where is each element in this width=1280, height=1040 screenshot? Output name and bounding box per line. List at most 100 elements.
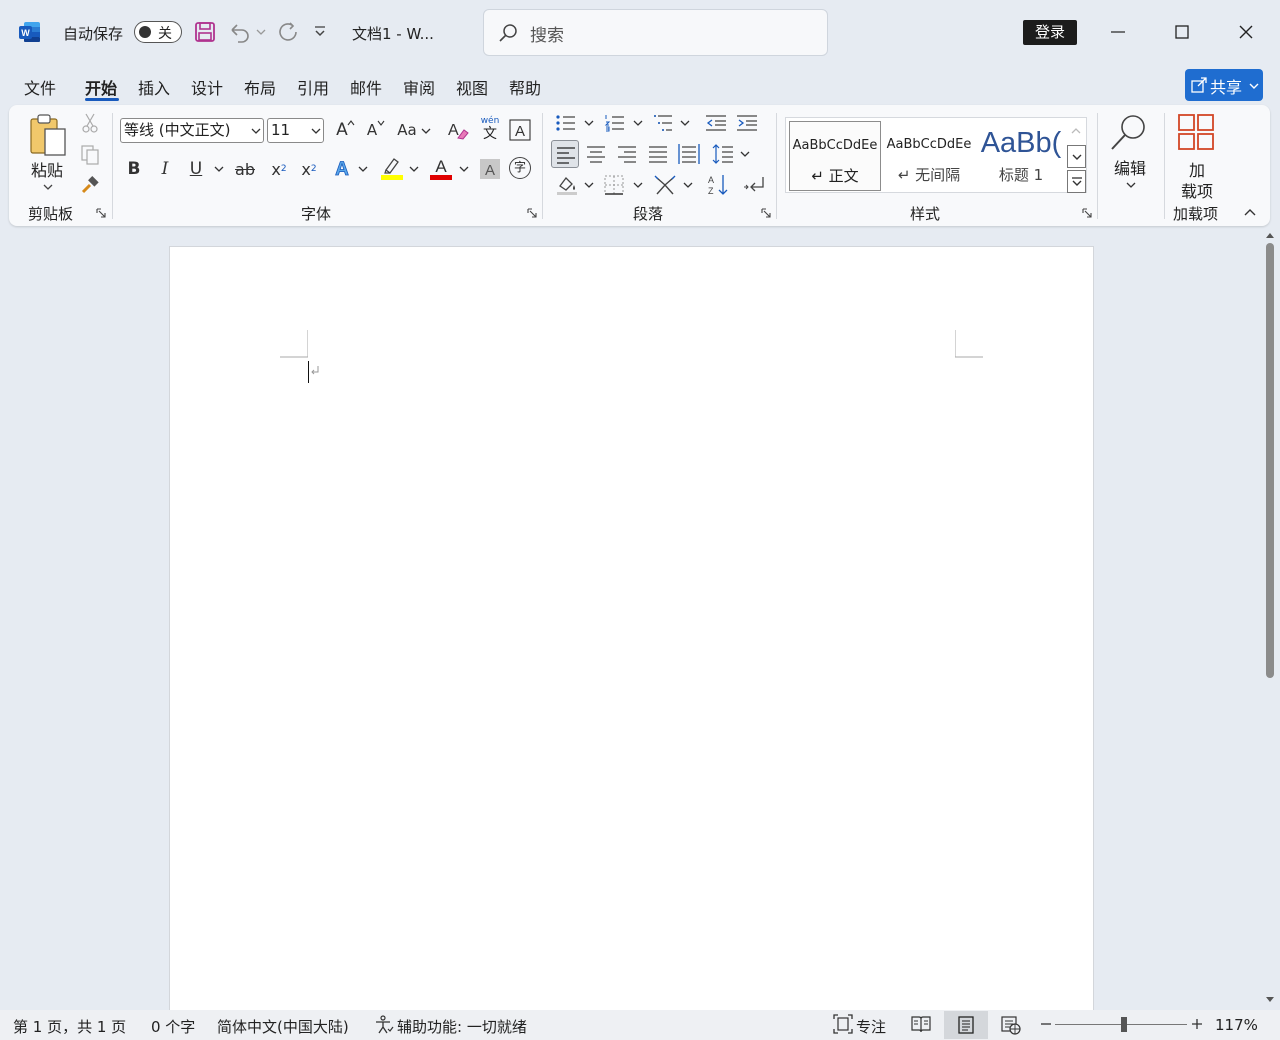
line-spacing-chevron-icon[interactable] bbox=[740, 150, 750, 158]
decrease-indent-icon[interactable] bbox=[705, 113, 727, 133]
asian-layout-icon[interactable] bbox=[654, 174, 676, 196]
align-left-button[interactable] bbox=[551, 140, 579, 168]
autosave-toggle[interactable]: 关 bbox=[134, 21, 182, 43]
change-case-chevron-icon[interactable] bbox=[421, 127, 431, 135]
font-launcher-icon[interactable] bbox=[527, 208, 537, 218]
line-spacing-icon[interactable] bbox=[712, 143, 734, 165]
zoom-slider-thumb[interactable] bbox=[1121, 1017, 1127, 1032]
style-no-spacing[interactable]: AaBbCcDdEe ↵ 无间隔 bbox=[883, 121, 975, 191]
grow-font-button[interactable]: A bbox=[329, 117, 355, 143]
bullets-icon[interactable] bbox=[555, 113, 577, 133]
underline-chevron-icon[interactable] bbox=[214, 165, 224, 173]
search-input[interactable]: 搜索 bbox=[483, 9, 828, 56]
copy-icon[interactable] bbox=[80, 145, 100, 165]
strikethrough-button[interactable]: ab bbox=[232, 156, 258, 182]
character-shading-icon[interactable]: A bbox=[479, 158, 501, 180]
justify-icon[interactable] bbox=[648, 145, 668, 163]
zoom-out-icon[interactable] bbox=[1040, 1018, 1052, 1030]
tab-insert[interactable]: 插入 bbox=[138, 75, 170, 99]
redo-icon[interactable] bbox=[276, 21, 298, 43]
numbering-icon[interactable] bbox=[604, 113, 626, 133]
styles-launcher-icon[interactable] bbox=[1082, 208, 1092, 218]
change-case-button[interactable]: Aa bbox=[393, 117, 421, 143]
show-formatting-marks-icon[interactable] bbox=[743, 175, 765, 195]
minimize-icon[interactable] bbox=[1110, 31, 1126, 33]
tab-layout[interactable]: 布局 bbox=[244, 75, 276, 99]
multilevel-chevron-icon[interactable] bbox=[680, 119, 690, 127]
font-name-chevron-icon[interactable] bbox=[251, 127, 261, 135]
tab-review[interactable]: 审阅 bbox=[403, 75, 435, 99]
bold-button[interactable]: B bbox=[122, 156, 146, 182]
editing-label[interactable]: 编辑 bbox=[1114, 155, 1146, 179]
text-effects-icon[interactable]: A bbox=[331, 157, 353, 179]
editing-chevron-icon[interactable] bbox=[1126, 181, 1136, 189]
find-magnifier-icon[interactable] bbox=[1108, 111, 1150, 153]
subscript-button[interactable]: x2 bbox=[267, 156, 291, 182]
customize-toolbar-icon[interactable] bbox=[313, 26, 327, 38]
shrink-font-button[interactable]: A bbox=[359, 117, 385, 143]
cut-icon[interactable] bbox=[81, 113, 99, 133]
enclose-characters-button[interactable]: 字 bbox=[509, 157, 531, 179]
multilevel-list-icon[interactable] bbox=[652, 113, 674, 135]
tab-references[interactable]: 引用 bbox=[297, 75, 329, 99]
focus-mode-label[interactable]: 专注 bbox=[856, 1016, 886, 1037]
distributed-icon[interactable] bbox=[678, 143, 700, 165]
asian-layout-chevron-icon[interactable] bbox=[683, 181, 693, 189]
text-effects-chevron-icon[interactable] bbox=[358, 165, 368, 173]
web-layout-icon[interactable] bbox=[1001, 1015, 1021, 1035]
accessibility-icon[interactable] bbox=[374, 1015, 394, 1035]
increase-indent-icon[interactable] bbox=[736, 113, 758, 133]
numbering-chevron-icon[interactable] bbox=[633, 119, 643, 127]
styles-more-icon[interactable] bbox=[1067, 170, 1086, 193]
borders-icon[interactable] bbox=[604, 175, 624, 195]
language-indicator[interactable]: 简体中文(中国大陆) bbox=[217, 1016, 349, 1037]
align-right-icon[interactable] bbox=[617, 145, 637, 163]
undo-dropdown-chevron-icon[interactable] bbox=[256, 28, 266, 36]
font-color-chevron-icon[interactable] bbox=[459, 165, 469, 173]
highlight-chevron-icon[interactable] bbox=[409, 165, 419, 173]
paragraph-launcher-icon[interactable] bbox=[761, 208, 771, 218]
tab-design[interactable]: 设计 bbox=[191, 75, 223, 99]
phonetic-guide-button[interactable]: wén 文 bbox=[479, 116, 501, 144]
font-color-icon[interactable]: A bbox=[429, 155, 453, 181]
addins-label-line2[interactable]: 载项 bbox=[1181, 178, 1213, 202]
tab-view[interactable]: 视图 bbox=[456, 75, 488, 99]
page-count[interactable]: 第 1 页，共 1 页 bbox=[13, 1016, 126, 1037]
addins-grid-icon[interactable] bbox=[1177, 113, 1215, 151]
close-icon[interactable] bbox=[1238, 24, 1254, 40]
word-count[interactable]: 0 个字 bbox=[151, 1016, 195, 1037]
tab-file[interactable]: 文件 bbox=[24, 75, 56, 99]
maximize-icon[interactable] bbox=[1175, 25, 1189, 39]
zoom-in-icon[interactable] bbox=[1191, 1018, 1203, 1030]
styles-scroll-up-icon[interactable] bbox=[1067, 119, 1085, 143]
clipboard-launcher-icon[interactable] bbox=[96, 208, 106, 218]
sort-icon[interactable]: AZ bbox=[706, 173, 730, 197]
format-painter-icon[interactable] bbox=[80, 175, 100, 195]
zoom-level[interactable]: 117% bbox=[1215, 1016, 1258, 1034]
clear-formatting-icon[interactable]: A bbox=[447, 119, 469, 141]
read-mode-icon[interactable] bbox=[911, 1015, 931, 1033]
style-normal[interactable]: AaBbCcDdEe ↵ 正文 bbox=[789, 121, 881, 191]
superscript-button[interactable]: x2 bbox=[297, 156, 321, 182]
accessibility-status[interactable]: 辅助功能: 一切就绪 bbox=[397, 1016, 527, 1037]
paste-label[interactable]: 粘贴 bbox=[31, 157, 63, 181]
shading-icon[interactable] bbox=[555, 174, 579, 196]
save-icon[interactable] bbox=[194, 21, 216, 43]
italic-button[interactable]: I bbox=[153, 156, 177, 182]
tab-help[interactable]: 帮助 bbox=[509, 75, 541, 99]
align-center-icon[interactable] bbox=[586, 145, 606, 163]
scroll-thumb[interactable] bbox=[1266, 243, 1274, 678]
focus-mode-icon[interactable] bbox=[833, 1014, 853, 1034]
underline-button[interactable]: U bbox=[184, 156, 208, 182]
shading-chevron-icon[interactable] bbox=[584, 181, 594, 189]
bullets-chevron-icon[interactable] bbox=[584, 119, 594, 127]
borders-chevron-icon[interactable] bbox=[633, 181, 643, 189]
style-heading-1[interactable]: AaBb( 标题 1 bbox=[976, 121, 1066, 191]
undo-icon[interactable] bbox=[228, 21, 252, 43]
vertical-scrollbar[interactable] bbox=[1263, 228, 1277, 1010]
document-page[interactable] bbox=[169, 246, 1094, 1016]
share-button[interactable]: 共享 bbox=[1185, 69, 1263, 101]
font-size-chevron-icon[interactable] bbox=[311, 127, 321, 135]
font-name-select[interactable]: 等线 (中文正文) bbox=[120, 118, 264, 143]
character-border-icon[interactable]: A bbox=[509, 119, 531, 141]
